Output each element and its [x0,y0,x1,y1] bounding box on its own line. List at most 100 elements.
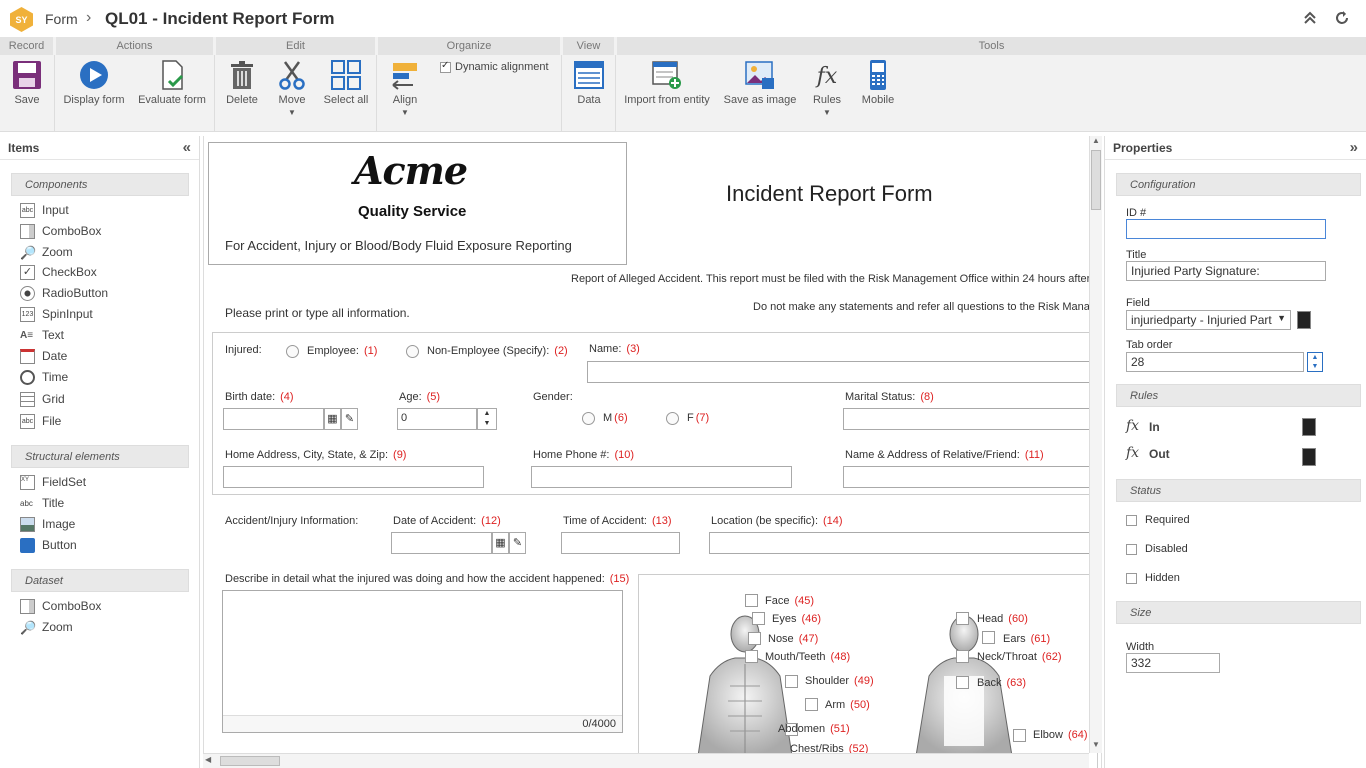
hidden-checkbox[interactable] [1126,573,1137,584]
logo-tagline: Quality Service [358,203,467,220]
import-from-entity-button[interactable]: Import from entity [624,59,710,106]
delete-button[interactable]: Delete [225,59,259,106]
mobile-button[interactable]: Mobile [861,59,895,106]
accident-time-input[interactable] [561,532,680,554]
component-radiobutton[interactable]: RadioButton [20,285,108,301]
breadcrumb-root[interactable]: Form [45,11,78,27]
mouth-teeth-label: Mouth/Teeth (48) [765,651,851,663]
back-checkbox[interactable] [956,676,969,689]
move-button[interactable]: Move ▼ [275,59,309,117]
component-zoom[interactable]: 🔎 Zoom [20,244,73,260]
svg-text:SY: SY [15,15,27,25]
component-input[interactable]: abc Input [20,202,69,218]
nose-checkbox[interactable] [748,632,761,645]
age-input[interactable]: 0 [397,408,477,430]
describe-textarea[interactable] [222,590,623,733]
face-checkbox[interactable] [745,594,758,607]
id-input[interactable] [1126,219,1326,239]
field-label: Field [1126,297,1150,309]
component-file[interactable]: abc File [20,413,61,429]
scroll-left-icon[interactable]: ◀ [205,755,211,764]
form-canvas: Acme Quality Service For Accident, Injur… [203,136,1102,768]
rule-out-edit-icon[interactable] [1302,448,1316,466]
group-tools: Tools [617,37,1366,55]
component-checkbox[interactable]: ✓ CheckBox [20,264,97,280]
group-actions: Actions [56,37,213,55]
birth-date-calendar-icon[interactable]: ▦ [324,408,341,430]
shoulder-checkbox[interactable] [785,675,798,688]
marital-status-input[interactable] [843,408,1097,430]
describe-counter: 0/4000 [223,715,622,732]
align-button[interactable]: Align ▼ [388,59,422,117]
zoom-magnifier-icon: 🔎 [20,244,37,260]
structural-image[interactable]: Image [20,516,75,532]
field-select[interactable]: injuriedparty - Injuried Part ▼ [1126,310,1291,330]
neck-throat-checkbox[interactable] [956,650,969,663]
relative-input[interactable] [843,466,1097,488]
collapse-right-icon[interactable]: » [1350,139,1358,156]
dataset-combobox[interactable]: ComboBox [20,598,101,614]
refresh-icon[interactable] [1334,10,1350,26]
collapse-left-icon[interactable]: « [183,139,191,156]
address-input[interactable] [223,466,484,488]
home-phone-input[interactable] [531,466,792,488]
collapse-up-icon[interactable] [1302,10,1318,26]
location-input[interactable] [709,532,1097,554]
display-form-button[interactable]: Display form [62,59,126,106]
tab-order-input[interactable]: 28 [1126,352,1304,372]
width-input[interactable]: 332 [1126,653,1220,673]
birth-date-input[interactable] [223,408,324,430]
tab-order-spinner-icon[interactable]: ▲ ▼ [1307,352,1323,372]
injured-label: Injured: [225,344,262,356]
employee-radio[interactable] [286,345,299,358]
save-button[interactable]: Save [10,59,44,106]
component-combobox[interactable]: ComboBox [20,223,101,239]
marital-status-label: Marital Status: (8) [845,391,934,403]
align-dropdown-icon[interactable]: ▼ [388,108,422,117]
mouth-teeth-checkbox[interactable] [745,650,758,663]
rules-dropdown-icon[interactable]: ▼ [810,108,844,117]
accident-date-clear-icon[interactable]: ✎ [509,532,526,554]
elbow-checkbox[interactable] [1013,729,1026,742]
required-checkbox[interactable] [1126,515,1137,526]
name-input[interactable] [587,361,1097,383]
disabled-checkbox[interactable] [1126,544,1137,555]
dataset-zoom[interactable]: 🔎 Zoom [20,619,73,635]
vertical-scroll-thumb[interactable] [1091,150,1101,210]
canvas-vertical-scrollbar[interactable]: ▲ ▼ [1089,136,1102,753]
title-input[interactable]: Injuried Party Signature: [1126,261,1326,281]
structural-button[interactable]: Button [20,537,77,553]
ears-checkbox[interactable] [982,631,995,644]
canvas-horizontal-scrollbar[interactable]: ◀ [203,753,1089,768]
structural-fieldset[interactable]: XY FieldSet [20,474,86,490]
eyes-checkbox[interactable] [752,612,765,625]
head-checkbox[interactable] [956,612,969,625]
evaluate-form-button[interactable]: Evaluate form [137,59,207,106]
scroll-down-icon[interactable]: ▼ [1090,740,1102,752]
birth-date-clear-icon[interactable]: ✎ [341,408,358,430]
rule-in-edit-icon[interactable] [1302,418,1316,436]
horizontal-scroll-thumb[interactable] [220,756,280,766]
component-text[interactable]: A≡ Text [20,327,64,343]
field-lookup-icon[interactable] [1297,311,1311,329]
component-spininput[interactable]: 123 SpinInput [20,306,93,322]
structural-title[interactable]: abc Title [20,495,64,511]
non-employee-radio[interactable] [406,345,419,358]
scroll-up-icon[interactable]: ▲ [1090,136,1102,148]
save-icon [13,61,41,89]
accident-date-calendar-icon[interactable]: ▦ [492,532,509,554]
component-time[interactable]: Time [20,369,68,385]
accident-date-input[interactable] [391,532,492,554]
dynamic-alignment-checkbox[interactable]: Dynamic alignment [440,60,549,73]
select-all-button[interactable]: Select all [322,59,370,106]
data-button[interactable]: Data [572,59,606,106]
move-dropdown-icon[interactable]: ▼ [275,108,309,117]
save-as-image-button[interactable]: Save as image [722,59,798,106]
component-grid[interactable]: Grid [20,391,65,407]
component-date[interactable]: Date [20,348,67,364]
arm-checkbox[interactable] [805,698,818,711]
age-spinner-icon[interactable]: ▲ ▼ [477,408,497,430]
male-radio[interactable] [582,412,595,425]
rules-button[interactable]: fx Rules ▼ [810,59,844,117]
female-radio[interactable] [666,412,679,425]
